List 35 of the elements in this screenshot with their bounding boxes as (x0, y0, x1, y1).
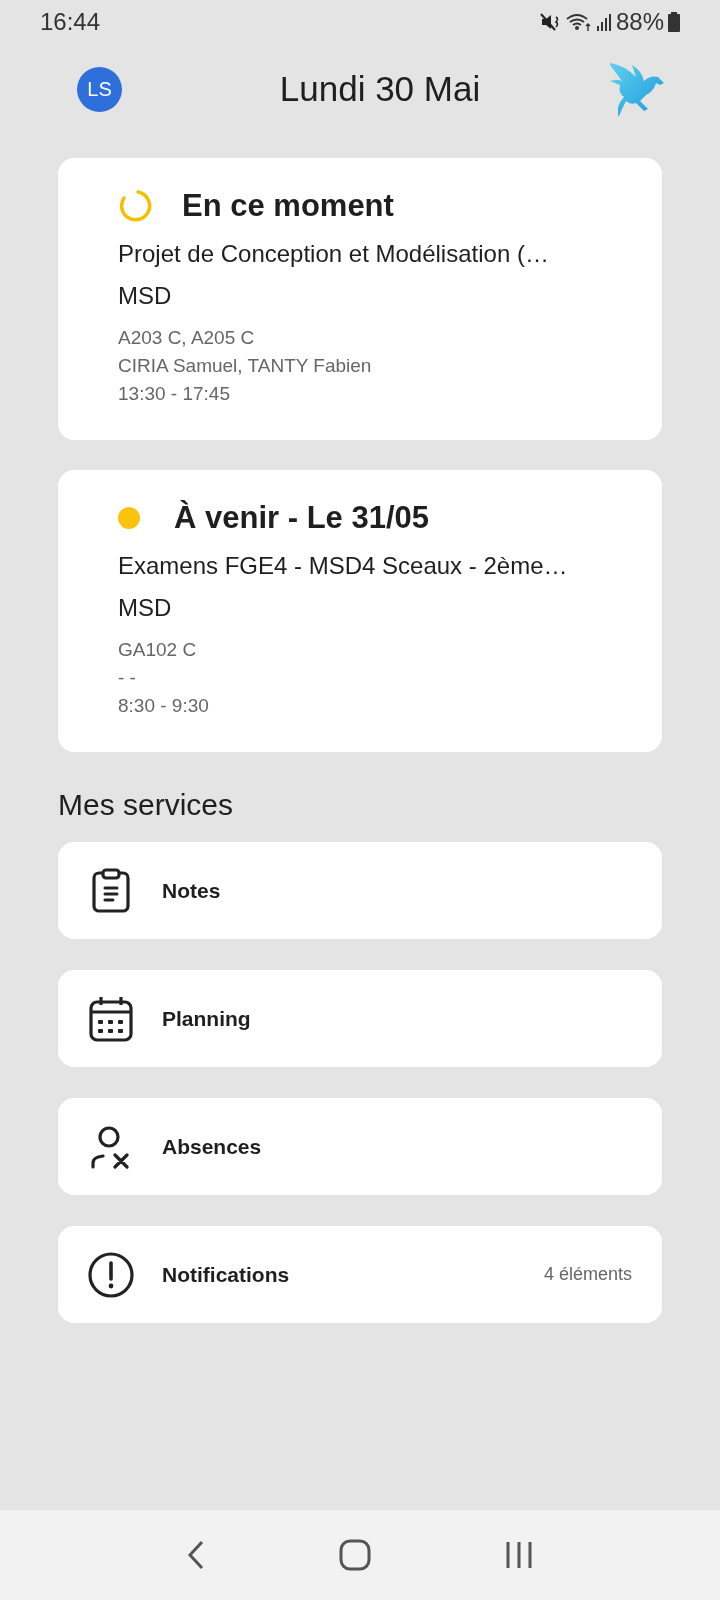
time-range: 8:30 - 9:30 (118, 694, 210, 718)
service-label: Absences (162, 1134, 263, 1159)
service-row[interactable]: Planning (58, 970, 662, 1067)
teacher-list: CIRIA Samuel, TANTY Fabien (118, 352, 602, 380)
section-title: Mes services (58, 788, 235, 822)
time-range: 13:30 - 17:45 (118, 382, 231, 406)
page-title: Lundi 30 Mai (278, 69, 482, 109)
course-group: MSD (118, 594, 602, 622)
battery-percent: 88% (615, 8, 664, 36)
room-list: A203 C, A205 C (118, 324, 602, 352)
battery-icon (668, 12, 680, 32)
teacher-list: - - (118, 664, 602, 692)
course-name: Examens FGE4 - MSD4 Sceaux - 2ème… (118, 552, 569, 580)
course-name: Projet de Conception et Modélisation (… (118, 240, 550, 268)
service-row[interactable]: Absences (58, 1098, 662, 1195)
user-avatar[interactable]: LS (77, 66, 122, 112)
service-row[interactable]: Notes (58, 842, 662, 939)
signal-icon (595, 12, 612, 32)
service-label: Planning (162, 1006, 252, 1031)
status-time: 16:44 (40, 8, 101, 36)
service-label: Notifications (162, 1262, 291, 1287)
wifi-icon (565, 12, 592, 32)
event-heading: À venir - Le 31/05 (174, 500, 429, 536)
event-card[interactable]: En ce moment Projet de Conception et Modélisation (… MSD A203 C, A205 C CIRIA Samuel, TANTY Fabien 13:30 - 17:45 (58, 158, 662, 440)
item-count: 4 éléments (543, 1264, 632, 1285)
alert-icon (88, 1251, 134, 1298)
event-card[interactable]: À venir - Le 31/05 Examens FGE4 - MSD4 Sceaux - 2ème… MSD GA102 C - - 8:30 - 9:30 (58, 470, 662, 752)
calendar-icon (88, 995, 134, 1042)
service-label: Notes (162, 878, 222, 903)
status-dot-icon (118, 507, 140, 529)
service-row[interactable]: Notifications 4 éléments (58, 1226, 662, 1323)
course-group: MSD (118, 282, 602, 310)
room-list: GA102 C (118, 636, 602, 664)
event-heading: En ce moment (182, 188, 394, 224)
home-icon[interactable] (339, 1539, 371, 1571)
